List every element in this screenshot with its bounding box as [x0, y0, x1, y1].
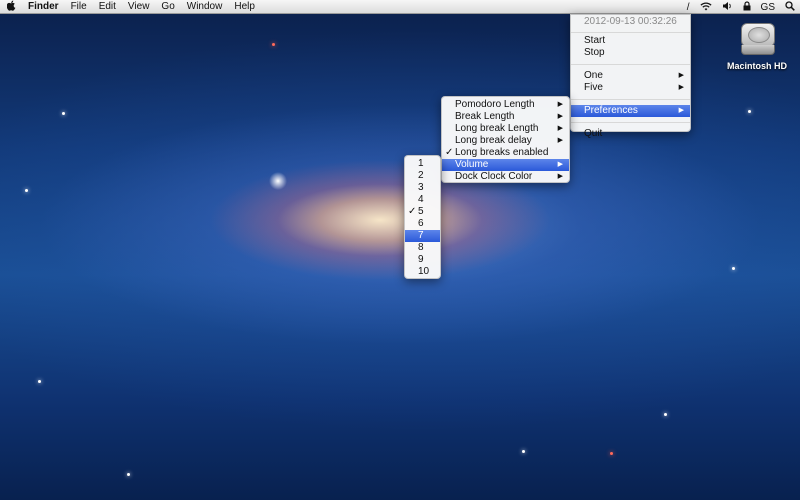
star	[748, 110, 751, 113]
submenu-arrow-icon: ▶	[557, 137, 563, 144]
menu-item-label: 3	[418, 182, 424, 193]
star	[522, 450, 525, 453]
volume-option-3[interactable]: 3	[405, 182, 440, 194]
menu-item-long-breaks-enabled[interactable]: ✓ Long breaks enabled	[442, 147, 569, 159]
menu-item-label: Long breaks enabled	[455, 147, 549, 158]
menu-item-label: 1	[418, 158, 424, 169]
menu-edit[interactable]: Edit	[93, 1, 122, 12]
menu-item-label: Five	[584, 82, 603, 93]
star	[610, 452, 613, 455]
menu-item-label: 9	[418, 254, 424, 265]
menu-bar-status-area: / GS	[682, 0, 800, 14]
menu-item-label: 2	[418, 170, 424, 181]
menu-separator	[571, 122, 690, 123]
volume-submenu: 1 2 3 4 ✓ 5 6 7 8 9 10	[404, 155, 441, 279]
macintosh-hd-label: Macintosh HD	[726, 61, 787, 71]
menu-item-long-break-length[interactable]: Long break Length ▶	[442, 123, 569, 135]
star	[664, 413, 667, 416]
submenu-arrow-icon: ▶	[557, 101, 563, 108]
menu-item-break-length[interactable]: Break Length ▶	[442, 111, 569, 123]
volume-option-10[interactable]: 10	[405, 266, 440, 278]
submenu-arrow-icon: ▶	[678, 72, 684, 79]
menu-bar: Finder File Edit View Go Window Help / G…	[0, 0, 800, 14]
menu-item-label: 6	[418, 218, 424, 229]
menu-item-label: Preferences	[584, 105, 638, 116]
wifi-icon[interactable]	[695, 1, 717, 14]
pomodoro-status-item[interactable]: /	[682, 2, 695, 13]
lock-icon[interactable]	[738, 0, 756, 14]
star	[38, 380, 41, 383]
menu-item-label: Long break Length	[455, 123, 539, 134]
menu-item-volume[interactable]: Volume ▶	[442, 159, 569, 171]
menu-item-label: Quit	[584, 128, 603, 139]
menu-separator	[571, 32, 690, 33]
volume-option-4[interactable]: 4	[405, 194, 440, 206]
menu-item-one[interactable]: One ▶	[571, 70, 690, 82]
menu-item-start[interactable]: Start	[571, 35, 690, 47]
app-menu: 2012-09-13 00:32:26 Start Stop One ▶ Five…	[570, 14, 691, 139]
submenu-arrow-icon: ▶	[557, 113, 563, 120]
preferences-submenu: Pomodoro Length ▶ Break Length ▶ Long brea…	[441, 96, 570, 183]
timestamp-label: 2012-09-13 00:32:26	[584, 16, 677, 27]
checkmark-icon: ✓	[445, 147, 454, 158]
star	[272, 43, 275, 46]
submenu-arrow-icon: ▶	[678, 84, 684, 91]
volume-option-7[interactable]: 7	[405, 230, 440, 242]
submenu-arrow-icon: ▶	[557, 125, 563, 132]
menu-item-five[interactable]: Five ▶	[571, 82, 690, 94]
menu-item-quit[interactable]: Quit	[571, 128, 690, 140]
star	[62, 112, 65, 115]
volume-option-8[interactable]: 8	[405, 242, 440, 254]
menu-separator	[571, 64, 690, 65]
menu-item-long-break-delay[interactable]: Long break delay ▶	[442, 135, 569, 147]
menu-window[interactable]: Window	[181, 1, 229, 12]
submenu-arrow-icon: ▶	[557, 161, 563, 168]
star	[732, 267, 735, 270]
menu-finder[interactable]: Finder	[22, 1, 65, 12]
menu-file[interactable]: File	[65, 1, 93, 12]
menu-item-preferences[interactable]: Preferences ▶	[571, 105, 690, 117]
user-menu[interactable]: GS	[756, 2, 780, 13]
menu-item-label: 10	[418, 266, 430, 277]
menu-item-label: Dock Clock Color	[455, 171, 533, 182]
menu-help[interactable]: Help	[228, 1, 261, 12]
volume-option-5[interactable]: ✓ 5	[405, 206, 440, 218]
volume-option-2[interactable]: 2	[405, 170, 440, 182]
menu-item-label: One	[584, 70, 603, 81]
submenu-arrow-icon: ▶	[557, 173, 563, 180]
menu-item-label: 4	[418, 194, 424, 205]
macintosh-hd-desktop-item[interactable]: Macintosh HD	[726, 19, 788, 71]
volume-option-9[interactable]: 9	[405, 254, 440, 266]
volume-icon[interactable]	[717, 1, 738, 14]
menu-item-label: Break Length	[455, 111, 515, 122]
star	[127, 473, 130, 476]
menu-item-label: 7	[418, 230, 424, 241]
star	[25, 189, 28, 192]
menu-item-label: Volume	[455, 159, 489, 170]
menu-item-dock-clock-color[interactable]: Dock Clock Color ▶	[442, 171, 569, 183]
menu-item-label: 8	[418, 242, 424, 253]
volume-option-1[interactable]: 1	[405, 158, 440, 170]
menu-item-stop[interactable]: Stop	[571, 47, 690, 59]
menu-item-pomodoro-length[interactable]: Pomodoro Length ▶	[442, 99, 569, 111]
volume-option-6[interactable]: 6	[405, 218, 440, 230]
submenu-arrow-icon: ▶	[678, 107, 684, 114]
menu-item-label: Pomodoro Length	[455, 99, 535, 110]
menu-separator	[571, 99, 690, 100]
menu-view[interactable]: View	[122, 1, 156, 12]
hard-drive-icon	[737, 19, 777, 59]
menu-item-label: Start	[584, 35, 606, 46]
menu-item-label: Stop	[584, 47, 605, 58]
apple-menu-icon[interactable]	[0, 0, 22, 14]
menu-go[interactable]: Go	[155, 1, 180, 12]
menu-item-label: 5	[418, 206, 424, 217]
search-icon[interactable]	[780, 0, 800, 14]
checkmark-icon: ✓	[408, 206, 417, 217]
menu-item-label: Long break delay	[455, 135, 532, 146]
